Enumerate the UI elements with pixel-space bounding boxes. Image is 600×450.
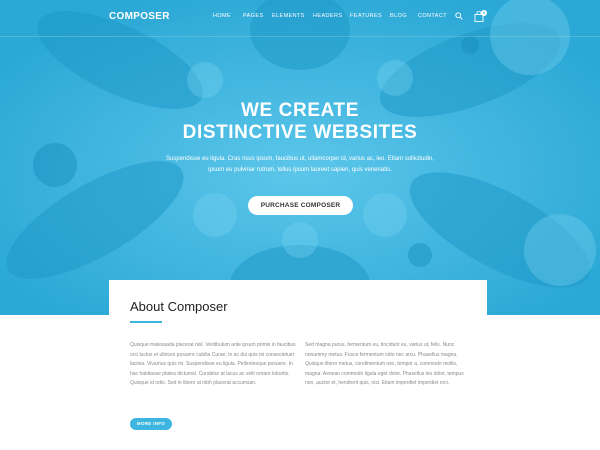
search-icon[interactable] [455,12,463,20]
brand-logo[interactable]: COMPOSER [109,11,170,22]
more-info-button[interactable]: MORE INFO [130,418,172,430]
purchase-button[interactable]: PURCHASE COMPOSER [248,196,353,215]
nav-item-features[interactable]: FEATURES [350,13,382,19]
hero-subtitle: Suspendisse eu ligula. Cras risus ipsum,… [165,156,435,173]
nav-divider [0,36,600,37]
nav-item-headers[interactable]: HEADERS [313,13,342,19]
nav-item-home[interactable]: HOME [213,13,231,19]
hero-title: WE CREATE DISTINCTIVE WEBSITES [0,100,600,144]
hero-section: COMPOSER HOME PAGES ELEMENTS HEADERS FEA… [0,0,600,315]
about-title-underline [130,321,162,323]
nav-item-pages[interactable]: PAGES [243,13,264,19]
top-navigation: COMPOSER HOME PAGES ELEMENTS HEADERS FEA… [0,0,600,37]
nav-item-elements[interactable]: ELEMENTS [272,13,305,19]
cart-count-badge: 0 [481,10,487,16]
about-title: About Composer [130,299,228,314]
hero-title-line2: DISTINCTIVE WEBSITES [182,122,418,143]
nav-item-contact[interactable]: CONTACT [418,13,447,19]
hero-title-line1: WE CREATE [241,100,359,121]
about-text-left: Quisque malesuada placerat nisl. Vestibu… [130,342,296,387]
nav-item-blog[interactable]: BLOG [390,13,407,19]
about-text-right: Sed magna purus, fermentum eu, tincidunt… [305,342,464,387]
